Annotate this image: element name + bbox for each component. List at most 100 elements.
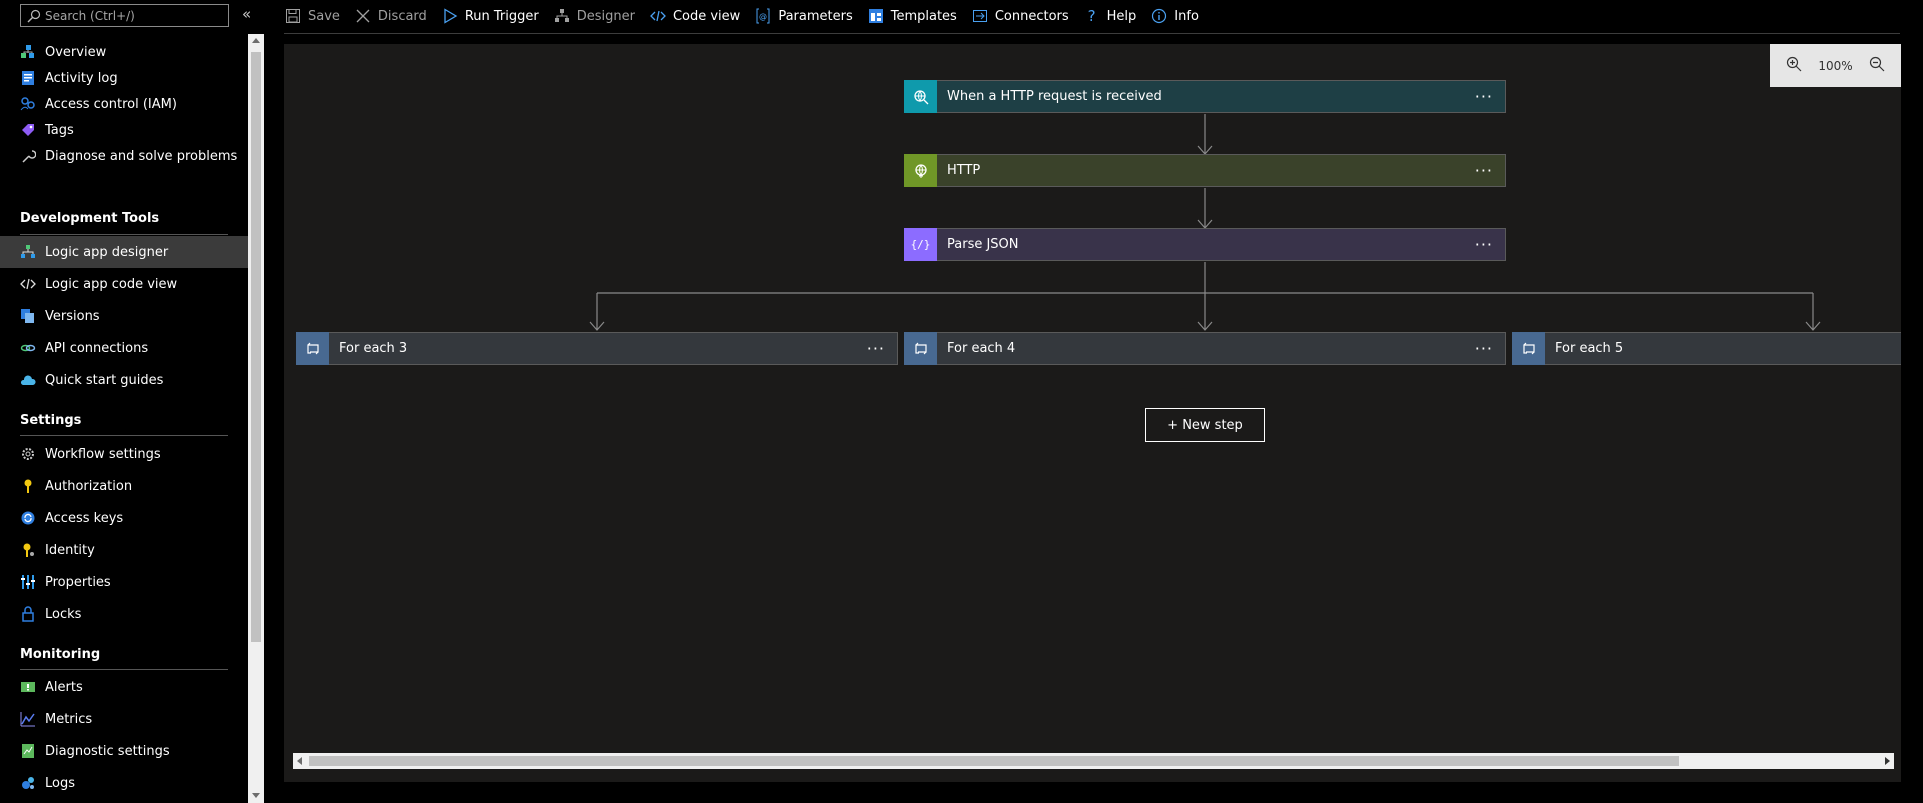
info-label: Info — [1174, 8, 1199, 24]
http-request-trigger-icon — [904, 80, 937, 113]
sidebar-item-diagnose[interactable]: Diagnose and solve problems — [0, 140, 248, 172]
toolbar-divider — [284, 33, 1900, 34]
overview-icon — [20, 44, 36, 60]
sidebar-item-versions[interactable]: Versions — [0, 300, 248, 332]
zoom-level: 100% — [1818, 58, 1853, 73]
code-icon — [649, 7, 667, 25]
sidebar-item-label: Access keys — [45, 510, 124, 526]
scroll-down-icon[interactable] — [252, 793, 260, 798]
scroll-left-icon[interactable] — [297, 757, 302, 765]
foreach-card[interactable]: For each 5 — [1512, 332, 1901, 365]
sidebar-item-metrics[interactable]: Metrics — [0, 703, 248, 735]
run-trigger-button[interactable]: Run Trigger — [441, 0, 539, 32]
sidebar-item-quick-start[interactable]: Quick start guides — [0, 364, 248, 396]
sidebar-item-diagnostic-settings[interactable]: Diagnostic settings — [0, 735, 248, 767]
key-icon — [20, 478, 36, 494]
designer-label: Designer — [576, 8, 635, 24]
http-action-card[interactable]: HTTP ··· — [904, 154, 1506, 187]
divider — [20, 234, 228, 235]
code-icon — [20, 276, 36, 292]
sidebar-item-label: Diagnostic settings — [45, 743, 170, 759]
section-header-monitoring: Monitoring — [20, 647, 101, 662]
designer-button[interactable]: Designer — [553, 0, 635, 32]
code-view-button[interactable]: Code view — [649, 0, 740, 32]
iam-icon — [20, 96, 36, 112]
foreach-card[interactable]: For each 3 ··· — [296, 332, 898, 365]
sidebar-item-label: Versions — [45, 308, 100, 324]
sidebar-item-label: Logic app code view — [45, 276, 178, 292]
sidebar-item-logs[interactable]: Logs — [0, 767, 248, 799]
scroll-up-icon[interactable] — [252, 38, 260, 43]
more-options-icon[interactable]: ··· — [1475, 235, 1493, 254]
designer-canvas[interactable]: When a HTTP request is received ··· HTTP… — [284, 44, 1901, 782]
sidebar-item-properties[interactable]: Properties — [0, 566, 248, 598]
sidebar-item-label: Metrics — [45, 711, 93, 727]
more-options-icon[interactable]: ··· — [1475, 339, 1493, 358]
canvas-horizontal-scrollbar[interactable] — [293, 753, 1894, 769]
sidebar-item-locks[interactable]: Locks — [0, 598, 248, 630]
search-input[interactable]: Search (Ctrl+/) — [20, 4, 229, 27]
sidebar-item-logic-app-code-view[interactable]: Logic app code view — [0, 268, 248, 300]
sidebar-item-authorization[interactable]: Authorization — [0, 470, 248, 502]
properties-icon — [20, 574, 36, 590]
link-icon — [20, 340, 36, 356]
more-options-icon[interactable]: ··· — [867, 339, 885, 358]
collapse-sidebar-icon[interactable]: « — [242, 5, 251, 23]
sidebar-scrollbar-thumb[interactable] — [251, 52, 261, 642]
sidebar-item-identity[interactable]: Identity — [0, 534, 248, 566]
sidebar-item-label: Identity — [45, 542, 95, 558]
new-step-button[interactable]: + New step — [1145, 408, 1265, 442]
tag-icon — [20, 122, 36, 138]
designer-icon — [553, 7, 571, 25]
designer-icon — [20, 244, 36, 260]
search-placeholder: Search (Ctrl+/) — [45, 8, 135, 23]
save-button[interactable]: Save — [284, 0, 340, 32]
http-card-title: HTTP — [947, 163, 981, 178]
discard-button[interactable]: Discard — [354, 0, 427, 32]
foreach-card-title: For each 3 — [339, 341, 408, 356]
sidebar-item-api-connections[interactable]: API connections — [0, 332, 248, 364]
sidebar-item-label: Authorization — [45, 478, 133, 494]
loop-icon — [296, 332, 329, 365]
versions-icon — [20, 308, 36, 324]
foreach-card[interactable]: For each 4 ··· — [904, 332, 1506, 365]
connectors-label: Connectors — [994, 8, 1069, 24]
divider — [20, 669, 228, 670]
search-icon — [27, 9, 41, 22]
discard-label: Discard — [377, 8, 427, 24]
more-options-icon[interactable]: ··· — [1475, 161, 1493, 180]
sidebar-item-label: Logs — [45, 775, 75, 791]
connectors-icon — [971, 7, 989, 25]
sidebar-item-workflow-settings[interactable]: Workflow settings — [0, 438, 248, 470]
section-header-development-tools: Development Tools — [20, 211, 160, 226]
sidebar-item-logic-app-designer[interactable]: Logic app designer — [0, 236, 248, 268]
templates-icon — [867, 7, 885, 25]
save-label: Save — [308, 8, 340, 24]
sidebar-scrollbar[interactable] — [248, 34, 264, 803]
more-options-icon[interactable]: ··· — [1475, 87, 1493, 106]
zoom-out-icon[interactable] — [1869, 56, 1885, 76]
sidebar-item-label: Workflow settings — [45, 446, 161, 462]
http-globe-icon — [904, 154, 937, 187]
play-icon — [441, 7, 459, 25]
sidebar-item-label: Quick start guides — [45, 372, 164, 388]
trigger-card[interactable]: When a HTTP request is received ··· — [904, 80, 1506, 113]
parameters-button[interactable]: @ Parameters — [754, 0, 853, 32]
sidebar-item-label: Overview — [45, 44, 107, 60]
sidebar-item-access-keys[interactable]: Access keys — [0, 502, 248, 534]
connectors-button[interactable]: Connectors — [971, 0, 1069, 32]
zoom-in-icon[interactable] — [1786, 56, 1802, 76]
refresh-key-icon — [20, 510, 36, 526]
parse-json-card-title: Parse JSON — [947, 237, 1019, 252]
loop-icon — [1512, 332, 1545, 365]
info-button[interactable]: Info — [1150, 0, 1199, 32]
scroll-right-icon[interactable] — [1885, 757, 1890, 765]
horizontal-scrollbar-thumb[interactable] — [309, 756, 1679, 766]
zoom-controls: 100% — [1770, 44, 1901, 87]
sidebar-item-alerts[interactable]: Alerts — [0, 671, 248, 703]
toolbar: Save Discard Run Trigger Designer Code v… — [284, 0, 1213, 32]
templates-button[interactable]: Templates — [867, 0, 957, 32]
help-button[interactable]: ? Help — [1083, 0, 1137, 32]
sidebar-item-label: Locks — [45, 606, 82, 622]
parse-json-card[interactable]: {/} Parse JSON ··· — [904, 228, 1506, 261]
